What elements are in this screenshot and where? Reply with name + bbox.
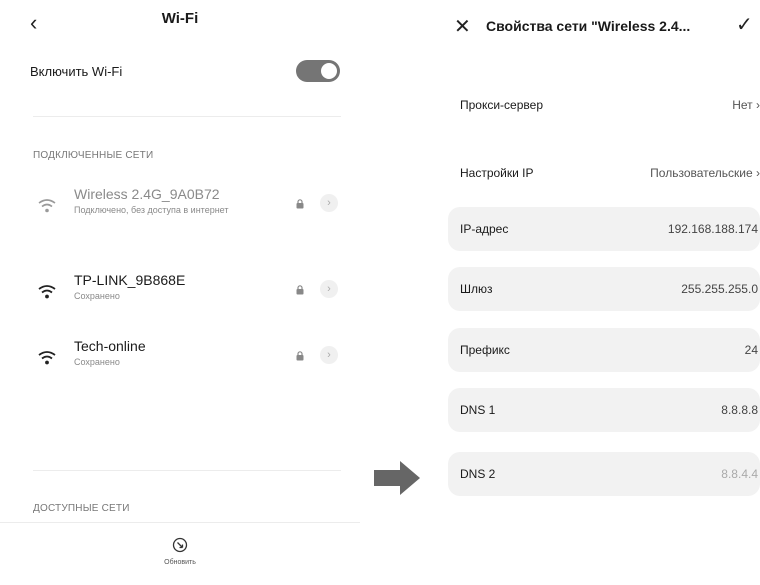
dns1-value: 8.8.8.8 <box>721 403 758 417</box>
ip-address-label: IP-адрес <box>460 222 509 236</box>
page-title: Свойства сети "Wireless 2.4... <box>486 18 691 34</box>
gateway-label: Шлюз <box>460 282 493 296</box>
divider <box>33 116 341 117</box>
divider <box>0 522 360 523</box>
dns2-label: DNS 2 <box>460 467 496 481</box>
chevron-right-icon: › <box>756 166 760 180</box>
wifi-icon <box>38 351 56 365</box>
gateway-value: 255.255.255.0 <box>681 282 758 296</box>
proxy-value: Нет › <box>732 98 760 112</box>
lock-icon <box>296 199 304 209</box>
wifi-settings-screen: ‹ Wi-Fi Включить Wi-Fi ПОДКЛЮЧЕННЫЕ СЕТИ… <box>0 0 360 585</box>
lock-icon <box>296 285 304 295</box>
network-status: Подключено, без доступа в интернет <box>74 205 229 215</box>
prefix-value: 24 <box>744 343 758 357</box>
ip-address-field[interactable]: IP-адрес 192.168.188.174 <box>448 207 760 251</box>
network-details-button[interactable]: › <box>320 280 338 298</box>
network-properties-screen: ✕ Свойства сети "Wireless 2.4... ✓ Прокс… <box>440 0 760 585</box>
prefix-field[interactable]: Префикс 24 <box>448 328 760 372</box>
gateway-field[interactable]: Шлюз 255.255.255.0 <box>448 267 760 311</box>
network-name: Wireless 2.4G_9A0B72 <box>74 186 220 202</box>
available-networks-heading: ДОСТУПНЫЕ СЕТИ <box>33 503 130 514</box>
prefix-label: Префикс <box>460 343 510 357</box>
refresh-label: Обновить <box>164 559 196 566</box>
ip-address-value: 192.168.188.174 <box>667 222 758 236</box>
refresh-icon <box>172 537 188 553</box>
network-details-button[interactable]: › <box>320 346 338 364</box>
proxy-server-row[interactable]: Прокси-сервер Нет › <box>460 92 760 122</box>
dns2-field[interactable]: DNS 2 8.8.4.4 <box>448 452 760 496</box>
divider <box>33 470 341 471</box>
network-item-tplink[interactable]: TP-LINK_9B868E Сохранено › <box>30 272 350 328</box>
transition-arrow-icon <box>374 461 420 495</box>
ip-settings-label: Настройки IP <box>460 166 534 180</box>
network-name: Tech-online <box>74 338 146 354</box>
close-icon[interactable]: ✕ <box>454 14 471 39</box>
network-item-tech-online[interactable]: Tech-online Сохранено › <box>30 338 350 394</box>
dns1-field[interactable]: DNS 1 8.8.8.8 <box>448 388 760 432</box>
ip-settings-value: Пользовательские › <box>650 166 760 180</box>
chevron-right-icon: › <box>756 98 760 112</box>
lock-icon <box>296 351 304 361</box>
toggle-knob <box>321 63 337 79</box>
network-name: TP-LINK_9B868E <box>74 272 186 288</box>
ip-settings-row[interactable]: Настройки IP Пользовательские › <box>460 160 760 190</box>
wifi-toggle[interactable] <box>296 60 340 82</box>
network-item-wireless[interactable]: Wireless 2.4G_9A0B72 Подключено, без дос… <box>30 186 350 242</box>
network-status: Сохранено <box>74 291 120 301</box>
proxy-label: Прокси-сервер <box>460 98 543 112</box>
wifi-icon <box>38 199 56 213</box>
dns2-value: 8.8.4.4 <box>721 467 758 481</box>
network-status: Сохранено <box>74 357 120 367</box>
wifi-icon <box>38 285 56 299</box>
enable-wifi-label: Включить Wi-Fi <box>30 64 123 79</box>
refresh-button[interactable]: Обновить <box>150 537 210 577</box>
confirm-check-icon[interactable]: ✓ <box>736 12 753 37</box>
connected-networks-heading: ПОДКЛЮЧЕННЫЕ СЕТИ <box>33 150 154 161</box>
page-title: Wi-Fi <box>161 10 199 27</box>
network-details-button[interactable]: › <box>320 194 338 212</box>
dns1-label: DNS 1 <box>460 403 496 417</box>
